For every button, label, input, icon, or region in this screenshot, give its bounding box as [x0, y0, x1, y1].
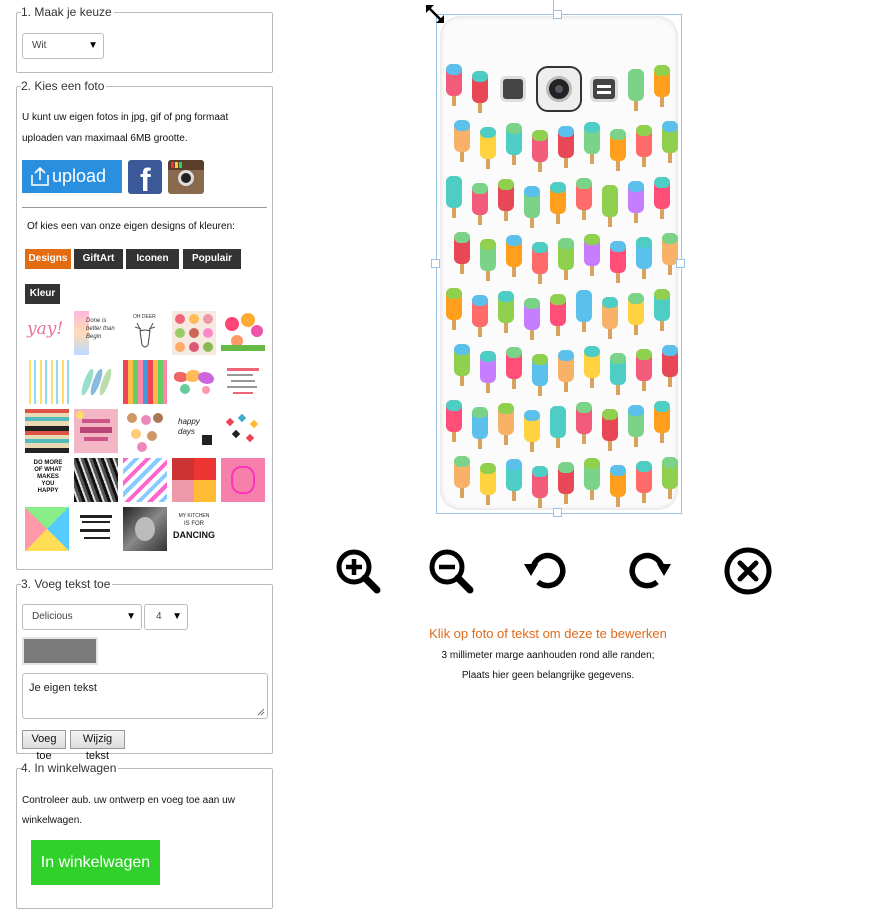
chevron-down-icon: ▼ — [172, 611, 182, 622]
design-thumb[interactable] — [172, 458, 216, 502]
font-select[interactable]: Delicious ▼ — [22, 604, 142, 630]
step4-legend: 4. In winkelwagen — [21, 761, 119, 775]
design-thumb[interactable] — [25, 507, 69, 551]
step3-fieldset: 3. Voeg tekst toe Delicious ▼ 4 ▼ Je eig… — [16, 577, 273, 762]
rotate-right-icon[interactable] — [623, 546, 673, 596]
step2-fieldset: 2. Kies een foto U kunt uw eigen fotos i… — [16, 79, 273, 570]
rotate-left-icon[interactable] — [522, 546, 572, 596]
designs-intro: Of kies een van onze eigen designs of kl… — [27, 221, 235, 232]
upload-description-line2: uploaden van maximaal 6MB grootte. — [22, 133, 188, 144]
divider — [22, 207, 267, 208]
resize-arrows-icon[interactable] — [423, 2, 447, 26]
margin-hint: 3 millimeter marge aanhouden rond alle r… — [441, 650, 655, 661]
size-select-value: 4 — [156, 611, 162, 622]
design-grid: yay! Done is better than Begin OH DEER h… — [25, 311, 270, 551]
camera-module — [500, 66, 620, 112]
color-select-value: Wit — [32, 40, 47, 51]
instagram-icon[interactable] — [168, 160, 204, 194]
design-thumb[interactable] — [172, 311, 216, 355]
font-select-value: Delicious — [32, 611, 73, 622]
step2-legend: 2. Kies een foto — [21, 79, 107, 93]
edit-hint: Klik op foto of tekst om deze te bewerke… — [429, 626, 667, 641]
design-thumb[interactable]: OH DEER — [123, 311, 167, 355]
design-thumb[interactable] — [221, 360, 265, 404]
design-thumb[interactable] — [172, 360, 216, 404]
design-thumb[interactable] — [123, 507, 167, 551]
custom-text-value: Je eigen tekst — [29, 682, 97, 694]
delete-icon[interactable] — [723, 546, 773, 596]
step1-fieldset: 1. Maak je keuze Wit ▼ — [16, 5, 273, 73]
tab-giftart[interactable]: GiftArt — [74, 249, 123, 269]
size-select[interactable]: 4 ▼ — [144, 604, 188, 630]
custom-text-input[interactable]: Je eigen tekst — [22, 673, 268, 719]
design-thumb[interactable]: Done is better than Begin — [74, 311, 118, 355]
tab-iconen[interactable]: Iconen — [126, 249, 179, 269]
design-thumb[interactable]: happy days — [172, 409, 216, 453]
upload-description-line1: U kunt uw eigen fotos in jpg, gif of png… — [22, 112, 229, 123]
tab-kleur[interactable]: Kleur — [25, 284, 60, 304]
chevron-down-icon: ▼ — [88, 40, 98, 51]
design-thumb[interactable] — [221, 409, 265, 453]
design-thumb[interactable] — [74, 409, 118, 453]
step3-legend: 3. Voeg tekst toe — [21, 577, 113, 591]
upload-label: upload — [52, 166, 107, 186]
rotate-handle[interactable] — [553, 0, 554, 10]
step4-fieldset: 4. In winkelwagen Controleer aub. uw ont… — [16, 761, 273, 909]
design-thumb[interactable]: DO MORE OF WHAT MAKES YOU HAPPY — [25, 458, 69, 502]
resize-handle-icon[interactable] — [257, 708, 265, 716]
facebook-icon[interactable]: f — [128, 160, 162, 194]
resize-handle[interactable] — [553, 508, 562, 517]
design-thumb[interactable] — [221, 458, 265, 502]
design-thumb[interactable]: yay! — [25, 311, 69, 355]
design-thumb[interactable] — [74, 507, 118, 551]
design-thumb[interactable] — [221, 311, 265, 355]
zoom-in-icon[interactable] — [333, 546, 383, 596]
tab-populair[interactable]: Populair — [183, 249, 241, 269]
resize-handle[interactable] — [431, 259, 440, 268]
design-thumb[interactable] — [123, 360, 167, 404]
upload-icon — [31, 166, 49, 186]
resize-handle[interactable] — [553, 10, 562, 19]
tab-designs[interactable]: Designs — [25, 249, 71, 269]
step1-legend: 1. Maak je keuze — [21, 5, 114, 19]
cart-description-line2: winkelwagen. — [22, 815, 83, 826]
cart-description-line1: Controleer aub. uw ontwerp en voeg toe a… — [22, 795, 235, 806]
zoom-out-icon[interactable] — [426, 546, 476, 596]
phone-case-canvas[interactable] — [431, 0, 685, 517]
design-thumb[interactable] — [74, 360, 118, 404]
edit-text-button[interactable]: Wijzig tekst — [70, 730, 125, 762]
add-text-button[interactable]: Voeg toe — [22, 730, 66, 762]
resize-handle[interactable] — [676, 259, 685, 268]
upload-button[interactable]: upload — [22, 160, 122, 193]
design-thumb[interactable] — [25, 409, 69, 453]
color-select[interactable]: Wit ▼ — [22, 33, 104, 59]
text-color-swatch[interactable] — [22, 637, 98, 665]
design-thumb[interactable] — [25, 360, 69, 404]
phone-case — [440, 16, 678, 510]
design-thumb[interactable]: MY KITCHEN IS FOR DANCING — [172, 507, 216, 551]
no-important-data-hint: Plaats hier geen belangrijke gegevens. — [461, 670, 635, 681]
camera-icon — [536, 66, 582, 112]
add-to-cart-button[interactable]: In winkelwagen — [31, 840, 160, 885]
chevron-down-icon: ▼ — [126, 611, 136, 622]
design-thumb[interactable] — [123, 458, 167, 502]
design-thumb[interactable] — [123, 409, 167, 453]
design-thumb[interactable] — [74, 458, 118, 502]
